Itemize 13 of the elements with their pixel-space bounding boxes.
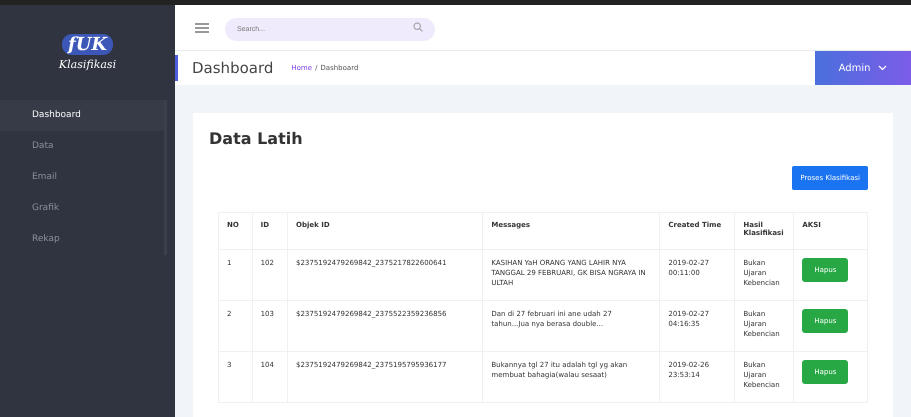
search-icon[interactable] — [413, 22, 423, 32]
chevron-icon — [878, 65, 888, 71]
sidebar-item[interactable]: Dashboard — [0, 100, 164, 131]
sidebar-item[interactable]: Data — [0, 131, 164, 162]
sidebar-item[interactable]: Grafik — [0, 193, 164, 224]
page-title: Dashboard — [192, 59, 274, 77]
card-title: Data Latih — [209, 129, 304, 148]
sidebar-item[interactable]: Email — [0, 162, 164, 193]
user-menu-button[interactable]: Admin — [815, 51, 911, 85]
logo-text: fUK — [62, 34, 114, 55]
logo-subtitle: Klasifikasi — [58, 58, 116, 71]
menu-icon[interactable] — [195, 22, 209, 32]
sidebar-item[interactable]: Rekap — [0, 224, 164, 255]
